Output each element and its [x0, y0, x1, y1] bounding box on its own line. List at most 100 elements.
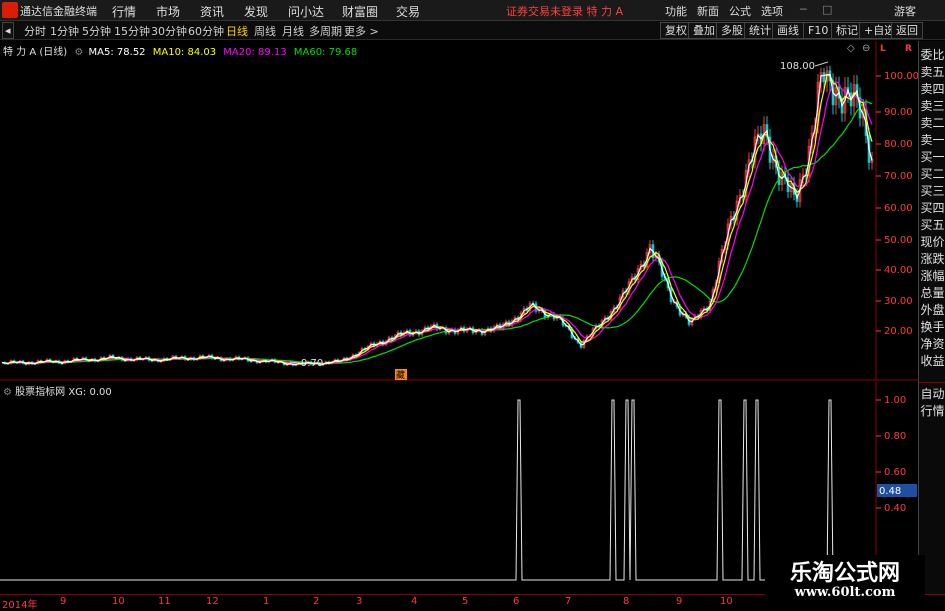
indicator-settings-icon[interactable]: ⚙ [3, 387, 12, 398]
menu-item-quotes[interactable]: 行情 [112, 3, 136, 20]
indicator-tick-label: 0.40 [884, 503, 906, 514]
login-warning: 证券交易未登录 特 力 A [506, 5, 624, 18]
price-tick-label: 30.00 [884, 296, 913, 307]
sidebar-item-buy3[interactable]: 买三 [919, 183, 945, 199]
time-label: 6 [513, 596, 520, 607]
sidebar-item-change-pct[interactable]: 涨幅 [919, 268, 945, 284]
time-label: 8 [623, 596, 630, 607]
app-title: 通达信金融终端 [20, 5, 97, 18]
period-more[interactable]: 更多 > [344, 23, 379, 39]
indicator-tick-label: 1.00 [884, 395, 906, 406]
menu-item-market[interactable]: 市场 [156, 3, 180, 20]
menu-item-news[interactable]: 资讯 [200, 3, 224, 20]
menu-item-ask[interactable]: 问小达 [288, 3, 324, 20]
time-label: 11 [158, 596, 171, 607]
sidebar-item-weibi[interactable]: 委比 [919, 47, 945, 63]
sidebar-item-buy2[interactable]: 买二 [919, 166, 945, 182]
indicator-current-value: 0.48 [879, 486, 901, 497]
watermark-url: www.60lt.com [794, 585, 896, 600]
maximize-icon[interactable]: □ [822, 3, 832, 16]
back-icon[interactable]: ◂ [2, 22, 14, 39]
sidebar-item-sell2[interactable]: 卖二 [919, 115, 945, 131]
sidebar-item-change[interactable]: 涨跌 [919, 251, 945, 267]
candlestick-chart[interactable]: 100.00 90.00 80.00 70.00 60.00 50.00 40.00 30.0… [0, 41, 918, 381]
period-intraday[interactable]: 分时 [24, 23, 46, 39]
menu-formula[interactable]: 公式 [729, 3, 751, 19]
period-1min[interactable]: 1分钟 [50, 23, 79, 39]
menu-bar: 通达信金融终端 行情 市场 资讯 发现 问小达 财富圈 交易 证券交易未登录 特… [0, 0, 945, 21]
sidebar-item-buy1[interactable]: 买一 [919, 149, 945, 165]
time-label: 9 [60, 596, 67, 607]
watermark: 乐淘公式网 www.60lt.com [765, 555, 925, 605]
badge-annotation: 藏 [396, 369, 405, 381]
price-tick-label: 40.00 [884, 265, 913, 276]
price-tick-label: 20.00 [884, 326, 913, 337]
menu-guest[interactable]: 游客 [894, 3, 916, 19]
period-monthly[interactable]: 月线 [282, 23, 304, 39]
price-tick-label: 90.00 [884, 107, 913, 118]
minimize-icon[interactable]: ─ [800, 3, 807, 16]
ma10-line [1, 74, 873, 366]
menu-function[interactable]: 功能 [665, 3, 687, 19]
period-15min[interactable]: 15分钟 [114, 23, 150, 39]
sidebar-item-quotes[interactable]: 行情 [919, 403, 945, 419]
scale-log-icon[interactable]: L [880, 44, 886, 54]
price-tick-label: 50.00 [884, 235, 913, 246]
time-label: 3 [356, 596, 363, 607]
xg-signal-polyline [0, 399, 876, 581]
menu-item-discover[interactable]: 发现 [244, 3, 268, 20]
indicator-tick-label: 0.60 [884, 467, 906, 478]
settings-icon[interactable]: ⚙ [74, 47, 83, 58]
ma20-line [1, 80, 873, 365]
ma5-line [1, 73, 873, 366]
time-label: 12 [206, 596, 219, 607]
xg-signal-line [0, 399, 876, 581]
draw-line-button[interactable]: 画线 [772, 22, 804, 39]
sidebar-item-price[interactable]: 现价 [919, 234, 945, 250]
sidebar-item-sell1[interactable]: 卖一 [919, 132, 945, 148]
period-multi[interactable]: 多周期 [309, 23, 342, 39]
sidebar-item-sell3[interactable]: 卖三 [919, 98, 945, 114]
period-daily[interactable]: 日线 [226, 23, 248, 39]
indicator-tick-label: 0.80 [884, 431, 906, 442]
price-tick-label: 60.00 [884, 203, 913, 214]
scale-r-icon[interactable]: R [905, 44, 912, 54]
low-annotation: 9.70 [301, 358, 323, 369]
minus-icon[interactable]: ⊖ [862, 43, 870, 54]
sidebar-item-buy4[interactable]: 买四 [919, 200, 945, 216]
menu-options[interactable]: 选项 [761, 3, 783, 19]
time-label: 5 [462, 596, 469, 607]
sidebar-item-buy5[interactable]: 买五 [919, 217, 945, 233]
ma10-label: MA10: 84.03 [152, 47, 217, 58]
time-label: 10 [112, 596, 125, 607]
sidebar-item-auto[interactable]: 自动 [919, 386, 945, 402]
sidebar-item-outer[interactable]: 外盘 [919, 302, 945, 318]
sidebar-divider [919, 382, 945, 383]
return-button[interactable]: 返回 [891, 22, 923, 39]
sidebar-item-turnover[interactable]: 换手 [919, 319, 945, 335]
sidebar-item-earnings[interactable]: 收益 [919, 353, 945, 369]
right-sidebar: 委比 卖五 卖四 卖三 卖二 卖一 买一 买二 买三 买四 买五 现价 涨跌 涨… [918, 41, 945, 594]
period-30min[interactable]: 30分钟 [151, 23, 187, 39]
ma20-label: MA20: 89.13 [223, 47, 287, 58]
diamond-icon[interactable]: ◇ [847, 43, 855, 54]
time-label: 4 [411, 596, 418, 607]
sidebar-item-sell4[interactable]: 卖四 [919, 81, 945, 97]
sidebar-item-volume[interactable]: 总量 [919, 285, 945, 301]
price-tick-label: 80.00 [884, 139, 913, 150]
stock-name: 特 力 A (日线) [3, 47, 68, 58]
menu-item-trade[interactable]: 交易 [396, 3, 420, 20]
period-5min[interactable]: 5分钟 [82, 23, 111, 39]
menu-item-wealth[interactable]: 财富圈 [342, 3, 378, 20]
sidebar-item-net-assets[interactable]: 净资 [919, 336, 945, 352]
candle-body [822, 72, 826, 83]
price-axis: 100.00 90.00 80.00 70.00 60.00 50.00 40.00 30.0… [876, 71, 918, 337]
period-toolbar: ◂ 分时 1分钟 5分钟 15分钟 30分钟 60分钟 日线 周线 月线 多周期… [0, 21, 945, 40]
f10-button[interactable]: F10 [803, 22, 834, 39]
time-label: 1 [263, 596, 270, 607]
sidebar-item-sell5[interactable]: 卖五 [919, 64, 945, 80]
main-legend: 特 力 A (日线) ⚙ MA5: 78.52 MA10: 84.03 MA20… [3, 43, 357, 58]
menu-new-page[interactable]: 新面 [697, 3, 719, 19]
period-weekly[interactable]: 周线 [254, 23, 276, 39]
period-60min[interactable]: 60分钟 [188, 23, 224, 39]
